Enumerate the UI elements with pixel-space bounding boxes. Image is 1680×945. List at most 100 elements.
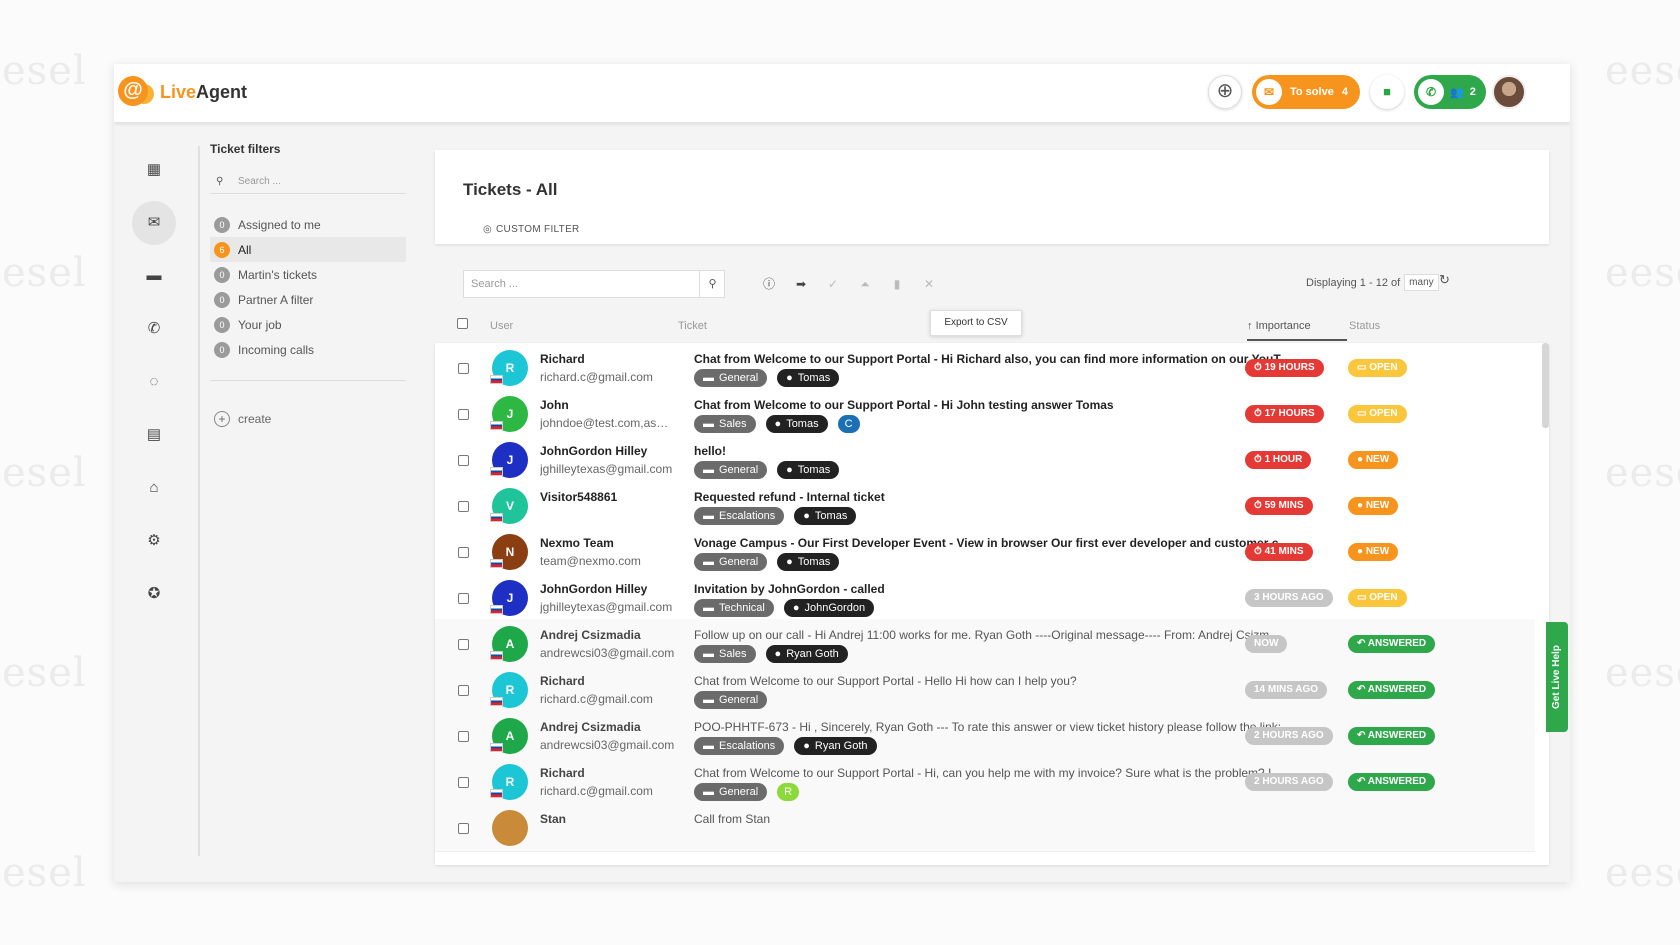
column-user[interactable]: User bbox=[490, 320, 513, 332]
row-checkbox[interactable] bbox=[458, 547, 469, 558]
department-tag[interactable]: ▬ Technical bbox=[694, 599, 774, 617]
calls-icon[interactable]: ✆ bbox=[132, 307, 176, 351]
agent-tag[interactable]: ● Ryan Goth bbox=[765, 645, 848, 663]
ticket-subject[interactable]: hello! bbox=[694, 444, 1294, 458]
filter-item[interactable]: 6 All bbox=[210, 237, 406, 262]
table-row[interactable]: N Nexmo Team team@nexmo.com Vonage Campu… bbox=[435, 527, 1535, 576]
add-new-button[interactable]: ⊕ bbox=[1208, 75, 1242, 109]
scrollbar[interactable] bbox=[1542, 343, 1549, 428]
spam-icon[interactable]: ✕ bbox=[919, 274, 939, 294]
department-tag[interactable]: ▬ Escalations bbox=[694, 507, 785, 525]
get-live-help-button[interactable]: Get Live Help bbox=[1546, 622, 1568, 732]
custom-filter-button[interactable]: ◎ CUSTOM FILTER bbox=[483, 224, 580, 235]
filter-item[interactable]: 0 Partner A filter bbox=[210, 287, 406, 312]
select-all-checkbox[interactable] bbox=[457, 318, 468, 329]
refresh-icon[interactable]: ↻ bbox=[1439, 272, 1450, 288]
row-checkbox[interactable] bbox=[458, 777, 469, 788]
ticket-subject[interactable]: Call from Stan bbox=[694, 812, 1294, 826]
ticket-subject[interactable]: Invitation by JohnGordon - called bbox=[694, 582, 1294, 596]
postpone-icon[interactable]: ⏶ bbox=[855, 274, 875, 294]
settings-icon[interactable]: ⚙ bbox=[132, 519, 176, 563]
tickets-icon[interactable]: ✉ bbox=[132, 201, 176, 245]
plugins-icon[interactable]: ✪ bbox=[132, 572, 176, 616]
column-importance[interactable]: ↑ Importance bbox=[1247, 320, 1347, 341]
logo[interactable]: @ LiveAgent bbox=[118, 76, 247, 108]
row-checkbox[interactable] bbox=[458, 639, 469, 650]
ticket-subject[interactable]: Follow up on our call - Hi Andrej 11:00 … bbox=[694, 628, 1294, 642]
column-ticket[interactable]: Ticket bbox=[678, 320, 707, 332]
agent-tag[interactable]: ● Tomas bbox=[777, 553, 840, 571]
chat-status-button[interactable]: ■ bbox=[1370, 75, 1404, 109]
chats-icon[interactable]: ▬ bbox=[132, 254, 176, 298]
agent-tag[interactable]: ● Tomas bbox=[794, 507, 857, 525]
activity-icon[interactable]: ◌ bbox=[132, 360, 176, 404]
table-row[interactable]: Stan Call from Stan bbox=[435, 803, 1535, 852]
search-button[interactable]: ⚲ bbox=[699, 270, 725, 298]
filter-search-input[interactable]: ⚲ Search ... bbox=[210, 170, 406, 194]
filter-item[interactable]: 0 Assigned to me bbox=[210, 212, 406, 237]
ticket-subject[interactable]: Chat from Welcome to our Support Portal … bbox=[694, 766, 1294, 780]
search-icon: ⚲ bbox=[708, 278, 717, 290]
delete-icon[interactable]: ▮ bbox=[887, 274, 907, 294]
ticket-subject[interactable]: Requested refund - Internal ticket bbox=[694, 490, 1294, 504]
agent-tag[interactable]: ● JohnGordon bbox=[783, 599, 875, 617]
ticket-search-input[interactable]: Search ... bbox=[463, 270, 725, 298]
ticket-subject[interactable]: POO-PHHTF-673 - Hi , Sincerely, Ryan Got… bbox=[694, 720, 1294, 734]
plus-circle-icon: + bbox=[214, 411, 230, 427]
agent-tag[interactable]: ● Tomas bbox=[777, 369, 840, 387]
to-solve-button[interactable]: ✉ To solve 4 bbox=[1252, 75, 1360, 109]
department-tag[interactable]: ▬ Sales bbox=[694, 415, 756, 433]
contacts-icon[interactable]: ▤ bbox=[132, 413, 176, 457]
agent-tag[interactable]: ● Tomas bbox=[765, 415, 828, 433]
dashboard-icon[interactable]: ▦ bbox=[132, 148, 176, 192]
row-checkbox[interactable] bbox=[458, 823, 469, 834]
tag-badge[interactable]: R bbox=[777, 783, 800, 801]
filter-item[interactable]: 0 Martin's tickets bbox=[210, 262, 406, 287]
row-checkbox[interactable] bbox=[458, 501, 469, 512]
knowledgebase-icon[interactable]: ⌂ bbox=[132, 466, 176, 510]
row-checkbox[interactable] bbox=[458, 731, 469, 742]
ticket-subject[interactable]: Chat from Welcome to our Support Portal … bbox=[694, 352, 1294, 366]
avatar[interactable] bbox=[492, 810, 528, 846]
row-checkbox[interactable] bbox=[458, 593, 469, 604]
department-tag[interactable]: ▬ General bbox=[694, 553, 768, 571]
ticket-subject[interactable]: Chat from Welcome to our Support Portal … bbox=[694, 398, 1294, 412]
filter-item[interactable]: 0 Your job bbox=[210, 312, 406, 337]
table-row[interactable]: A Andrej Csizmadia andrewcsi03@gmail.com… bbox=[435, 619, 1535, 668]
agent-tag[interactable]: ● Ryan Goth bbox=[794, 737, 877, 755]
table-row[interactable]: J JohnGordon Hilley jghilleytexas@gmail.… bbox=[435, 573, 1535, 622]
department-tag[interactable]: ▬ Sales bbox=[694, 645, 756, 663]
table-row[interactable]: J JohnGordon Hilley jghilleytexas@gmail.… bbox=[435, 435, 1535, 484]
table-row[interactable]: R Richard richard.c@gmail.com Chat from … bbox=[435, 343, 1535, 392]
info-icon[interactable]: ⓘ bbox=[759, 274, 779, 294]
department-tag[interactable]: ▬ Escalations bbox=[694, 737, 785, 755]
table-row[interactable]: R Richard richard.c@gmail.com Chat from … bbox=[435, 757, 1535, 806]
resolve-icon[interactable]: ✓ bbox=[823, 274, 843, 294]
department-tag[interactable]: ▬ General bbox=[694, 691, 768, 709]
row-checkbox[interactable] bbox=[458, 409, 469, 420]
create-filter-button[interactable]: + create bbox=[210, 411, 406, 427]
tag-badge[interactable]: C bbox=[837, 415, 860, 433]
export-icon[interactable]: ➡ bbox=[791, 274, 811, 294]
department-tag[interactable]: ▬ General bbox=[694, 369, 768, 387]
filter-item[interactable]: 0 Incoming calls bbox=[210, 337, 406, 362]
agent-tag[interactable]: ● Tomas bbox=[777, 461, 840, 479]
agents-icon: 👥 bbox=[1450, 86, 1464, 99]
ticket-subject[interactable]: Chat from Welcome to our Support Portal … bbox=[694, 674, 1294, 688]
user-avatar[interactable] bbox=[1492, 75, 1526, 109]
filters-title: Ticket filters bbox=[210, 142, 281, 156]
row-checkbox[interactable] bbox=[458, 685, 469, 696]
top-bar: @ LiveAgent ⊕ ✉ To solve 4 ■ ✆ 👥 2 bbox=[114, 64, 1570, 122]
table-row[interactable]: R Richard richard.c@gmail.com Chat from … bbox=[435, 665, 1535, 714]
department-tag[interactable]: ▬ General bbox=[694, 461, 768, 479]
table-row[interactable]: J John johndoe@test.com,as@t... Chat fro… bbox=[435, 389, 1535, 438]
row-checkbox[interactable] bbox=[458, 363, 469, 374]
ticket-subject[interactable]: Vonage Campus - Our First Developer Even… bbox=[694, 536, 1294, 550]
total-select[interactable]: many bbox=[1404, 274, 1439, 291]
table-row[interactable]: V Visitor548861 Requested refund - Inter… bbox=[435, 481, 1535, 530]
table-row[interactable]: A Andrej Csizmadia andrewcsi03@gmail.com… bbox=[435, 711, 1535, 760]
row-checkbox[interactable] bbox=[458, 455, 469, 466]
department-tag[interactable]: ▬ General bbox=[694, 783, 768, 801]
calls-button[interactable]: ✆ 👥 2 bbox=[1414, 75, 1486, 109]
column-status[interactable]: Status bbox=[1349, 320, 1380, 332]
